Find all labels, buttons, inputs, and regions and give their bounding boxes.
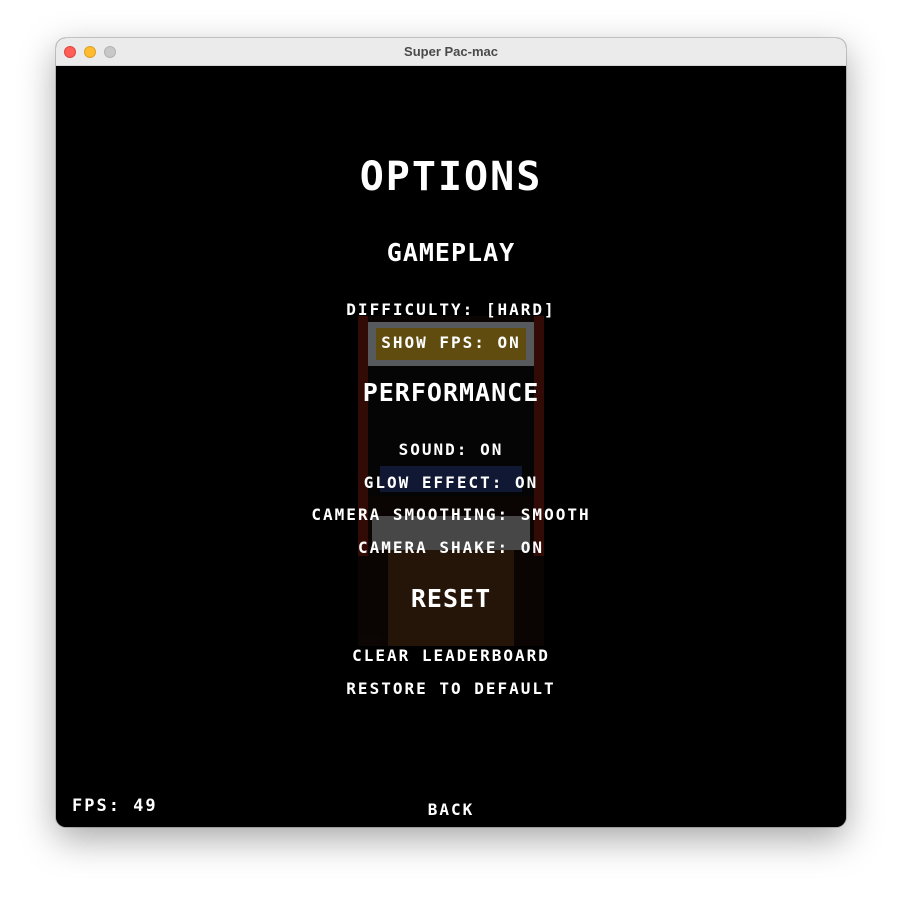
- title-bar: Super Pac-mac: [56, 38, 846, 66]
- sound-option[interactable]: SOUND: ON: [56, 440, 846, 459]
- camera-shake-option[interactable]: CAMERA SHAKE: ON: [56, 538, 846, 557]
- reset-heading: RESET: [410, 584, 492, 613]
- back-button[interactable]: BACK: [56, 800, 846, 819]
- game-canvas: OPTIONS GAMEPLAY DIFFICULTY: [HARD] SHOW…: [56, 66, 846, 827]
- options-title: OPTIONS: [359, 154, 543, 200]
- gameplay-heading: GAMEPLAY: [386, 238, 516, 267]
- camera-smoothing-option[interactable]: CAMERA SMOOTHING: SMOOTH: [56, 505, 846, 524]
- fps-counter: FPS: 49: [72, 796, 158, 816]
- show-fps-option[interactable]: SHOW FPS: ON: [56, 333, 846, 352]
- performance-heading: PERFORMANCE: [362, 378, 540, 407]
- difficulty-option[interactable]: DIFFICULTY: [HARD]: [56, 300, 846, 319]
- clear-leaderboard-button[interactable]: CLEAR LEADERBOARD: [56, 646, 846, 665]
- app-window: Super Pac-mac OPTIONS GAMEPLAY DIFFICULT…: [56, 38, 846, 827]
- restore-default-button[interactable]: RESTORE TO DEFAULT: [56, 679, 846, 698]
- glow-effect-option[interactable]: GLOW EFFECT: ON: [56, 473, 846, 492]
- window-title: Super Pac-mac: [404, 44, 498, 59]
